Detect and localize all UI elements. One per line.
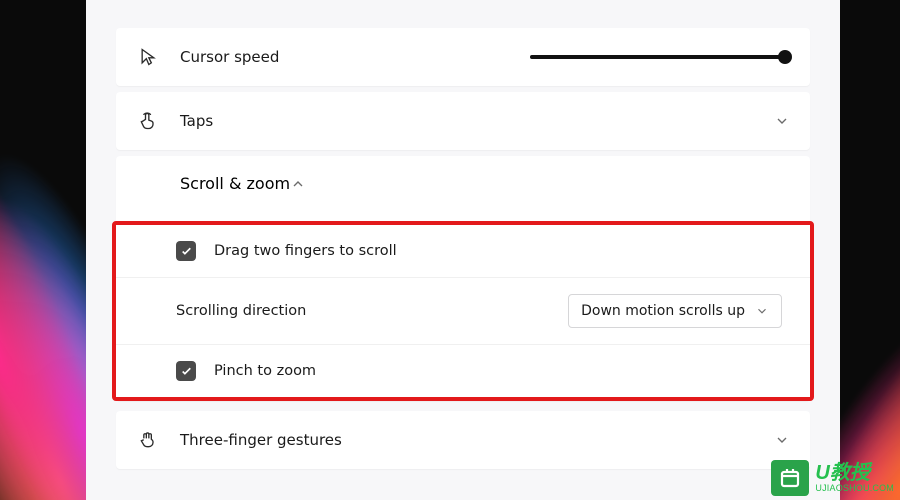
scroll-zoom-label: Scroll & zoom — [180, 174, 290, 193]
slider-thumb[interactable] — [778, 50, 792, 64]
cursor-icon — [136, 45, 160, 69]
watermark: U教授 UJIAOSHOU.COM — [771, 460, 894, 496]
three-finger-label: Three-finger gestures — [180, 431, 774, 449]
pinch-label: Pinch to zoom — [214, 363, 782, 379]
setting-row-taps[interactable]: Taps — [116, 92, 810, 150]
scroll-zoom-header[interactable]: Scroll & zoom — [116, 156, 810, 211]
option-drag-two-fingers[interactable]: Drag two fingers to scroll — [116, 225, 810, 277]
cursor-speed-slider[interactable] — [530, 55, 790, 59]
watermark-sub: UJIAOSHOU.COM — [815, 484, 894, 494]
checkbox-drag-two[interactable] — [176, 241, 196, 261]
watermark-logo-icon — [771, 460, 809, 496]
chevron-down-icon — [774, 432, 790, 448]
chevron-down-icon — [755, 304, 769, 318]
option-scrolling-direction: Scrolling direction Down motion scrolls … — [116, 277, 810, 344]
scroll-dir-value: Down motion scrolls up — [581, 303, 745, 319]
chevron-down-icon — [774, 113, 790, 129]
setting-row-scroll-zoom: Scroll & zoom Drag two fingers to scroll… — [116, 156, 810, 401]
setting-row-three-finger[interactable]: Three-finger gestures — [116, 411, 810, 469]
settings-panel: Cursor speed Taps Scroll & zoom — [86, 0, 840, 500]
chevron-up-icon — [290, 176, 306, 192]
highlight-box: Drag two fingers to scroll Scrolling dir… — [112, 221, 814, 401]
watermark-main: U教授 — [815, 462, 894, 484]
three-finger-icon — [136, 428, 160, 452]
scroll-dir-label: Scrolling direction — [176, 303, 568, 319]
tap-icon — [136, 109, 160, 133]
cursor-speed-label: Cursor speed — [180, 48, 485, 66]
scroll-direction-dropdown[interactable]: Down motion scrolls up — [568, 294, 782, 328]
taps-label: Taps — [180, 112, 774, 130]
setting-row-cursor-speed: Cursor speed — [116, 28, 810, 86]
checkbox-pinch[interactable] — [176, 361, 196, 381]
drag-two-label: Drag two fingers to scroll — [214, 243, 782, 259]
option-pinch-to-zoom[interactable]: Pinch to zoom — [116, 344, 810, 397]
